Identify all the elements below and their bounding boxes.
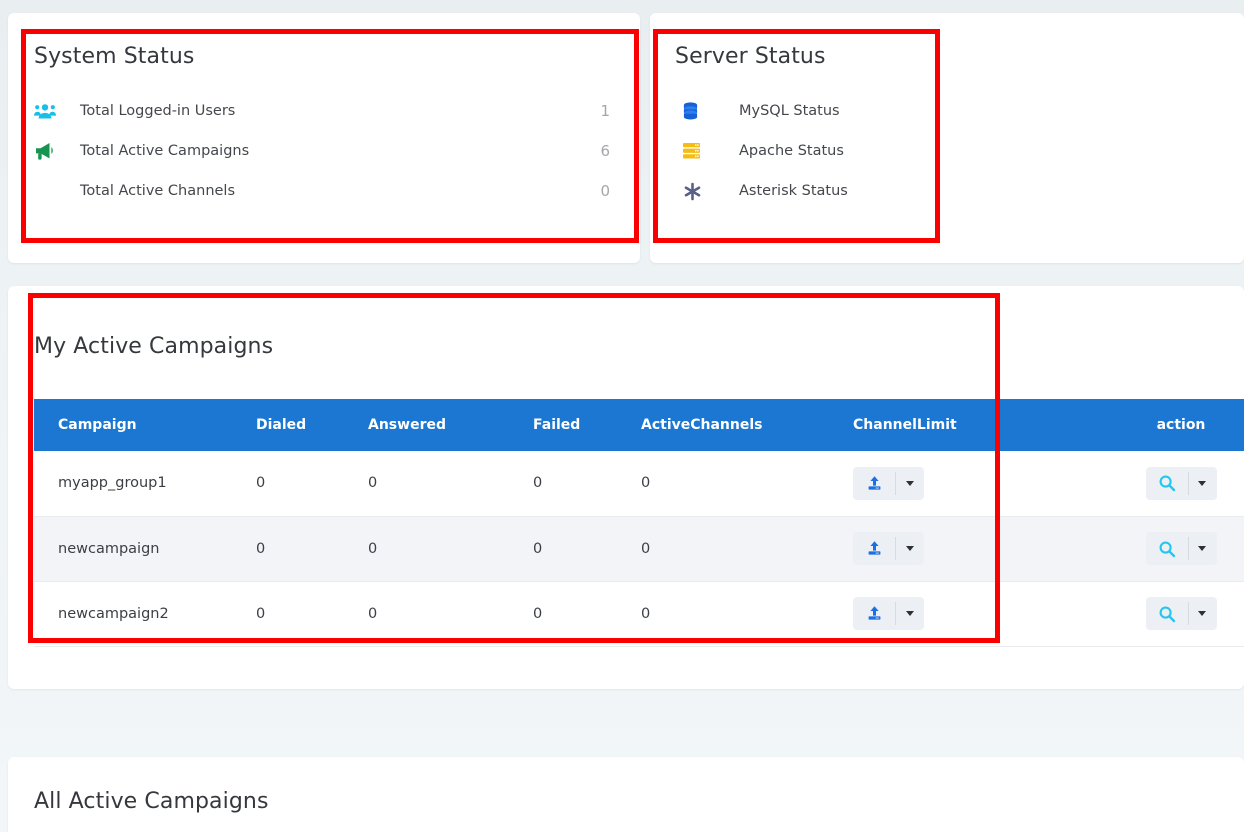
- upload-dropdown-toggle[interactable]: [895, 597, 924, 630]
- column-header-failed[interactable]: Failed: [533, 399, 641, 451]
- system-status-label: Total Active Channels: [80, 183, 236, 199]
- upload-button[interactable]: [853, 466, 895, 500]
- database-icon: [675, 102, 739, 120]
- upload-button-group[interactable]: [853, 532, 924, 565]
- system-status-row-active-channels: Total Active Channels 0: [34, 171, 614, 211]
- cell-campaign: myapp_group1: [34, 451, 256, 517]
- all-active-campaigns-title: All Active Campaigns: [34, 789, 269, 814]
- server-rack-icon: [675, 142, 739, 160]
- system-status-value: 0: [600, 182, 610, 200]
- my-active-campaigns-title: My Active Campaigns: [34, 334, 274, 359]
- cell-campaign: newcampaign: [34, 516, 256, 582]
- chevron-down-icon: [905, 480, 914, 486]
- system-status-list: Total Logged-in Users 1 Total Active Cam…: [34, 91, 614, 211]
- cell-channellimit: [853, 451, 1110, 517]
- all-active-campaigns-card: All Active Campaigns: [8, 757, 1244, 832]
- cell-answered: 0: [368, 516, 533, 582]
- system-status-value: 6: [600, 142, 610, 160]
- system-status-label: Total Active Campaigns: [80, 143, 250, 159]
- upload-icon: [868, 475, 880, 490]
- my-active-campaigns-card: My Active Campaigns Campaign Dialed Answ…: [8, 286, 1244, 689]
- upload-dropdown-toggle[interactable]: [895, 532, 924, 565]
- server-status-row-mysql: MySQL Status: [675, 91, 975, 131]
- cell-dialed: 0: [256, 451, 368, 517]
- system-status-label: Total Logged-in Users: [80, 103, 236, 119]
- chevron-down-icon: [1198, 480, 1206, 486]
- table-row: newcampaign 0 0 0 0: [34, 516, 1244, 582]
- upload-button[interactable]: [853, 597, 895, 630]
- table-row: myapp_group1 0 0 0 0: [34, 451, 1244, 517]
- upload-icon: [868, 541, 880, 555]
- search-icon: [1159, 541, 1175, 557]
- cell-action: [1110, 451, 1244, 517]
- cell-channellimit: [853, 581, 1110, 647]
- chevron-down-icon: [1198, 611, 1206, 616]
- column-header-answered[interactable]: Answered: [368, 399, 533, 451]
- view-button[interactable]: [1145, 597, 1188, 630]
- cell-campaign: newcampaign2: [34, 581, 256, 647]
- asterisk-icon: [675, 182, 739, 201]
- column-header-activechannels[interactable]: ActiveChannels: [641, 399, 853, 451]
- cell-failed: 0: [533, 516, 641, 582]
- server-status-label: Asterisk Status: [739, 183, 848, 199]
- cell-channellimit: [853, 516, 1110, 582]
- cell-dialed: 0: [256, 581, 368, 647]
- cell-activechannels: 0: [641, 516, 853, 582]
- server-status-title: Server Status: [675, 44, 826, 69]
- chevron-down-icon: [905, 611, 914, 616]
- status-cards-row: System Status Total Logged-in Users 1 To…: [8, 13, 1244, 263]
- server-status-row-apache: Apache Status: [675, 131, 975, 171]
- column-header-dialed[interactable]: Dialed: [256, 399, 368, 451]
- chevron-down-icon: [1198, 546, 1206, 551]
- upload-button-group[interactable]: [853, 597, 924, 630]
- server-status-row-asterisk: Asterisk Status: [675, 171, 975, 211]
- table-row: newcampaign2 0 0 0 0: [34, 581, 1244, 647]
- cell-action: [1110, 581, 1244, 647]
- table-header-row: Campaign Dialed Answered Failed ActiveCh…: [34, 399, 1244, 451]
- upload-button[interactable]: [853, 532, 895, 565]
- server-status-label: MySQL Status: [739, 103, 840, 119]
- chevron-down-icon: [905, 546, 914, 551]
- view-dropdown-toggle[interactable]: [1187, 597, 1217, 630]
- cell-activechannels: 0: [641, 451, 853, 517]
- column-header-channellimit[interactable]: ChannelLimit: [853, 399, 1110, 451]
- server-status-list: MySQL Status Apache Status Asterisk Stat…: [675, 91, 975, 211]
- system-status-row-logged-in-users: Total Logged-in Users 1: [34, 91, 614, 131]
- server-status-card: Server Status MySQL Status Apache Status…: [650, 13, 1244, 263]
- system-status-row-active-campaigns: Total Active Campaigns 6: [34, 131, 614, 171]
- users-icon: [34, 103, 80, 120]
- server-status-label: Apache Status: [739, 143, 844, 159]
- system-status-value: 1: [600, 102, 610, 120]
- column-header-campaign[interactable]: Campaign: [34, 399, 256, 451]
- cell-dialed: 0: [256, 516, 368, 582]
- view-button-group[interactable]: [1145, 597, 1217, 630]
- cell-answered: 0: [368, 451, 533, 517]
- view-button[interactable]: [1145, 532, 1188, 565]
- upload-dropdown-toggle[interactable]: [895, 466, 924, 500]
- system-status-card: System Status Total Logged-in Users 1 To…: [8, 13, 640, 263]
- view-button[interactable]: [1145, 466, 1188, 500]
- cell-failed: 0: [533, 581, 641, 647]
- view-dropdown-toggle[interactable]: [1187, 532, 1217, 565]
- my-active-campaigns-table: Campaign Dialed Answered Failed ActiveCh…: [34, 399, 1244, 647]
- view-button-group[interactable]: [1145, 466, 1217, 500]
- upload-button-group[interactable]: [853, 466, 924, 500]
- search-icon: [1159, 475, 1175, 492]
- view-dropdown-toggle[interactable]: [1187, 466, 1217, 500]
- megaphone-icon: [34, 141, 80, 161]
- cell-answered: 0: [368, 581, 533, 647]
- system-status-title: System Status: [34, 44, 195, 69]
- cell-failed: 0: [533, 451, 641, 517]
- view-button-group[interactable]: [1145, 532, 1217, 565]
- cell-action: [1110, 516, 1244, 582]
- upload-icon: [868, 606, 880, 620]
- cell-activechannels: 0: [641, 581, 853, 647]
- column-header-action: action: [1110, 399, 1244, 451]
- search-icon: [1159, 606, 1175, 622]
